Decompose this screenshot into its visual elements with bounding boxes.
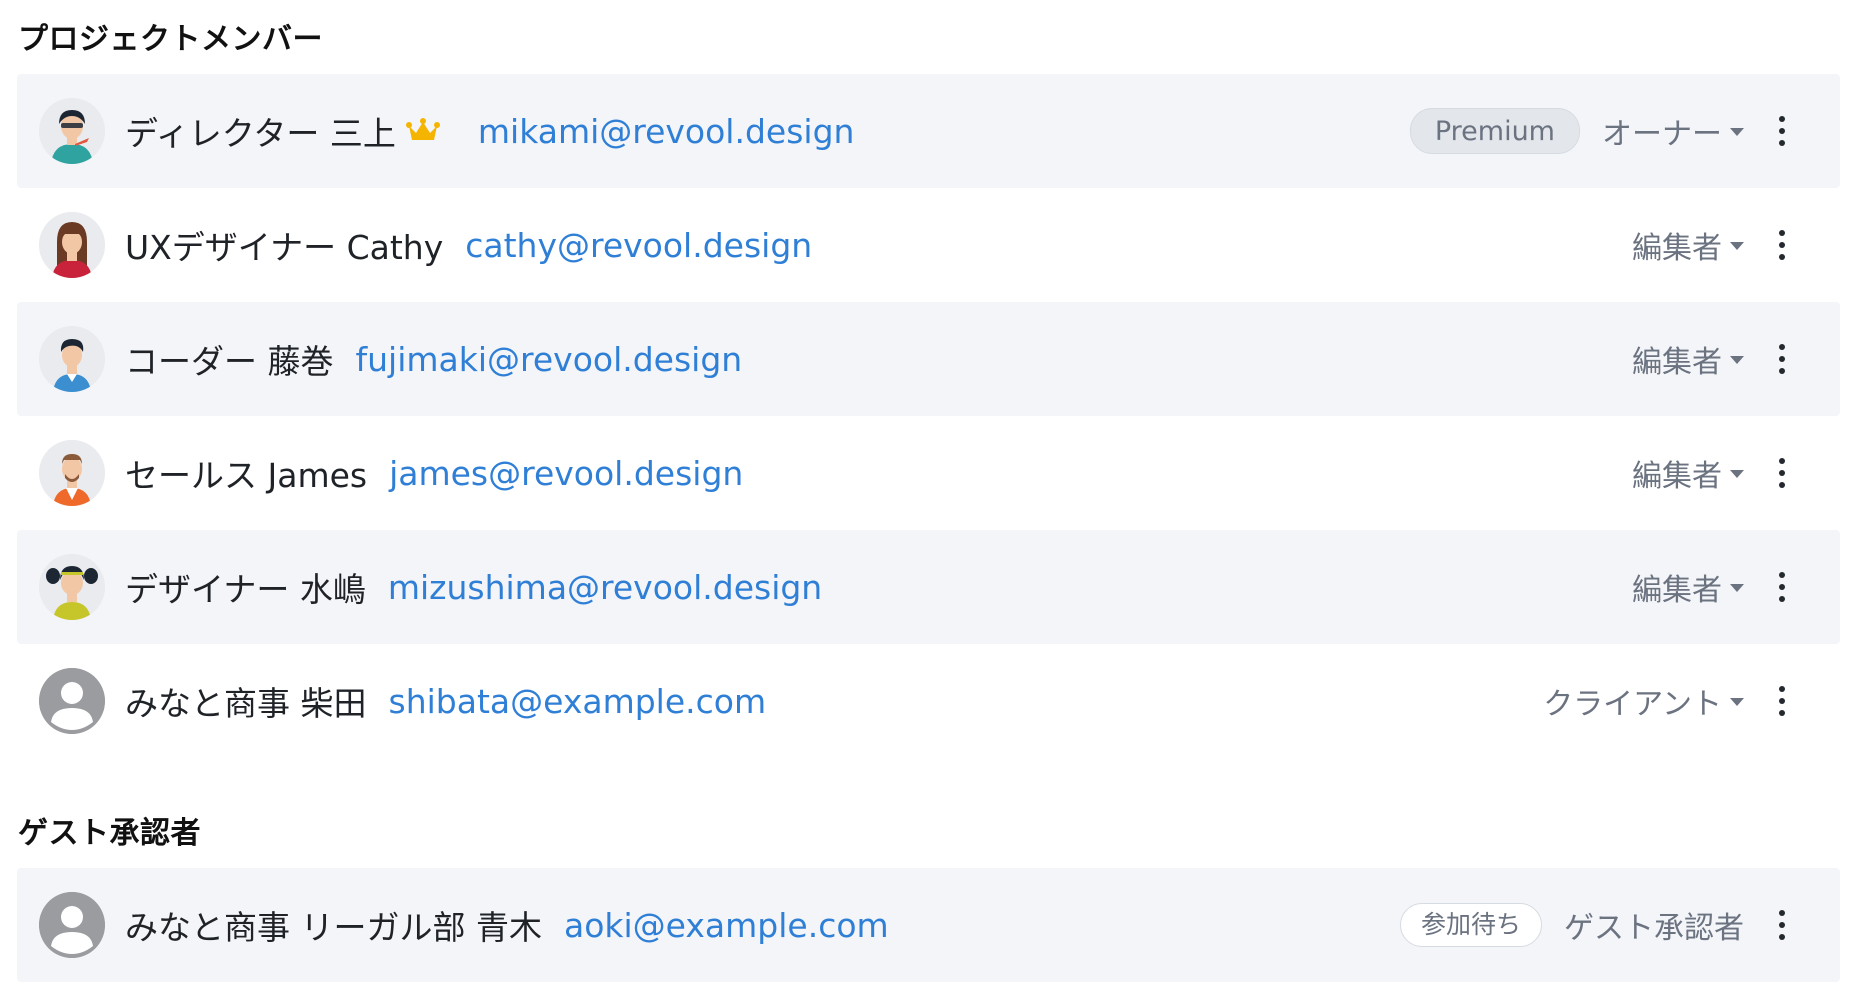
role-label: クライアント	[1543, 687, 1722, 722]
avatar-pigtails-icon	[39, 554, 105, 620]
guests-list: みなと商事 リーガル部 青木 aoki@example.com 参加待ち ゲスト…	[17, 868, 1840, 982]
caret-down-icon	[1730, 356, 1744, 364]
role-dropdown[interactable]: 編集者	[1632, 223, 1744, 267]
more-options-icon[interactable]	[1770, 568, 1794, 606]
more-options-icon[interactable]	[1770, 454, 1794, 492]
crown-icon	[405, 118, 440, 144]
role-label: 編集者	[1632, 573, 1722, 608]
member-actions: 編集者	[1534, 188, 1840, 302]
more-options-icon[interactable]	[1770, 682, 1794, 720]
more-options-icon[interactable]	[1770, 340, 1794, 378]
member-name: セールス James	[125, 456, 368, 495]
member-name: UXデザイナー Cathy	[125, 228, 444, 267]
section-title-members: プロジェクトメンバー	[18, 22, 323, 57]
member-name: みなと商事 柴田	[125, 684, 367, 723]
member-name: デザイナー 水嶋	[125, 570, 366, 609]
member-actions: 編集者	[1534, 530, 1840, 644]
avatar-woman-icon	[39, 212, 105, 278]
caret-down-icon	[1730, 242, 1744, 250]
members-list: ディレクター 三上 mikami@revool.design Premium オ…	[17, 74, 1840, 758]
guest-row: みなと商事 リーガル部 青木 aoki@example.com 参加待ち ゲスト…	[17, 868, 1840, 982]
guest-actions: 参加待ち ゲスト承認者	[1399, 868, 1840, 982]
role-label: 編集者	[1632, 345, 1722, 380]
member-email-link[interactable]: mizushima@revool.design	[388, 568, 822, 607]
role-label: オーナー	[1602, 117, 1722, 152]
role-label: 編集者	[1632, 231, 1722, 266]
avatar-director-icon	[39, 98, 105, 164]
member-actions: クライアント	[1534, 644, 1840, 758]
avatar-placeholder-icon	[39, 668, 105, 734]
role-label: 編集者	[1632, 459, 1722, 494]
member-email-link[interactable]: cathy@revool.design	[465, 226, 812, 265]
member-actions: 編集者	[1534, 416, 1840, 530]
member-email-link[interactable]: shibata@example.com	[389, 682, 767, 721]
member-name: ディレクター 三上	[125, 114, 396, 153]
more-options-icon[interactable]	[1770, 226, 1794, 264]
guest-name: みなと商事 リーガル部 青木	[125, 908, 542, 947]
member-row: デザイナー 水嶋 mizushima@revool.design 編集者	[17, 530, 1840, 644]
member-row: ディレクター 三上 mikami@revool.design Premium オ…	[17, 74, 1840, 188]
member-row: UXデザイナー Cathy cathy@revool.design 編集者	[17, 188, 1840, 302]
caret-down-icon	[1730, 470, 1744, 478]
more-options-icon[interactable]	[1770, 906, 1794, 944]
avatar-man-icon	[39, 326, 105, 392]
member-name: コーダー 藤巻	[125, 342, 334, 381]
member-row: みなと商事 柴田 shibata@example.com クライアント	[17, 644, 1840, 758]
section-title-guests: ゲスト承認者	[18, 816, 201, 851]
role-dropdown[interactable]: クライアント	[1543, 679, 1744, 723]
role-dropdown[interactable]: 編集者	[1632, 451, 1744, 495]
avatar-bearded-man-icon	[39, 440, 105, 506]
pending-badge: 参加待ち	[1399, 903, 1542, 947]
member-row: セールス James james@revool.design 編集者	[17, 416, 1840, 530]
member-email-link[interactable]: mikami@revool.design	[478, 112, 855, 151]
caret-down-icon	[1730, 128, 1744, 136]
role-dropdown[interactable]: 編集者	[1632, 337, 1744, 381]
member-actions: Premium オーナー	[1409, 74, 1840, 188]
member-email-link[interactable]: fujimaki@revool.design	[356, 340, 743, 379]
caret-down-icon	[1730, 584, 1744, 592]
member-email-link[interactable]: james@revool.design	[389, 454, 743, 493]
role-dropdown[interactable]: オーナー	[1602, 109, 1744, 153]
role-dropdown[interactable]: 編集者	[1632, 565, 1744, 609]
caret-down-icon	[1730, 698, 1744, 706]
guest-email-link[interactable]: aoki@example.com	[564, 906, 889, 945]
avatar-placeholder-icon	[39, 892, 105, 958]
role-label: ゲスト承認者	[1564, 911, 1744, 946]
member-actions: 編集者	[1534, 302, 1840, 416]
member-row: コーダー 藤巻 fujimaki@revool.design 編集者	[17, 302, 1840, 416]
more-options-icon[interactable]	[1770, 112, 1794, 150]
premium-badge: Premium	[1409, 108, 1580, 154]
